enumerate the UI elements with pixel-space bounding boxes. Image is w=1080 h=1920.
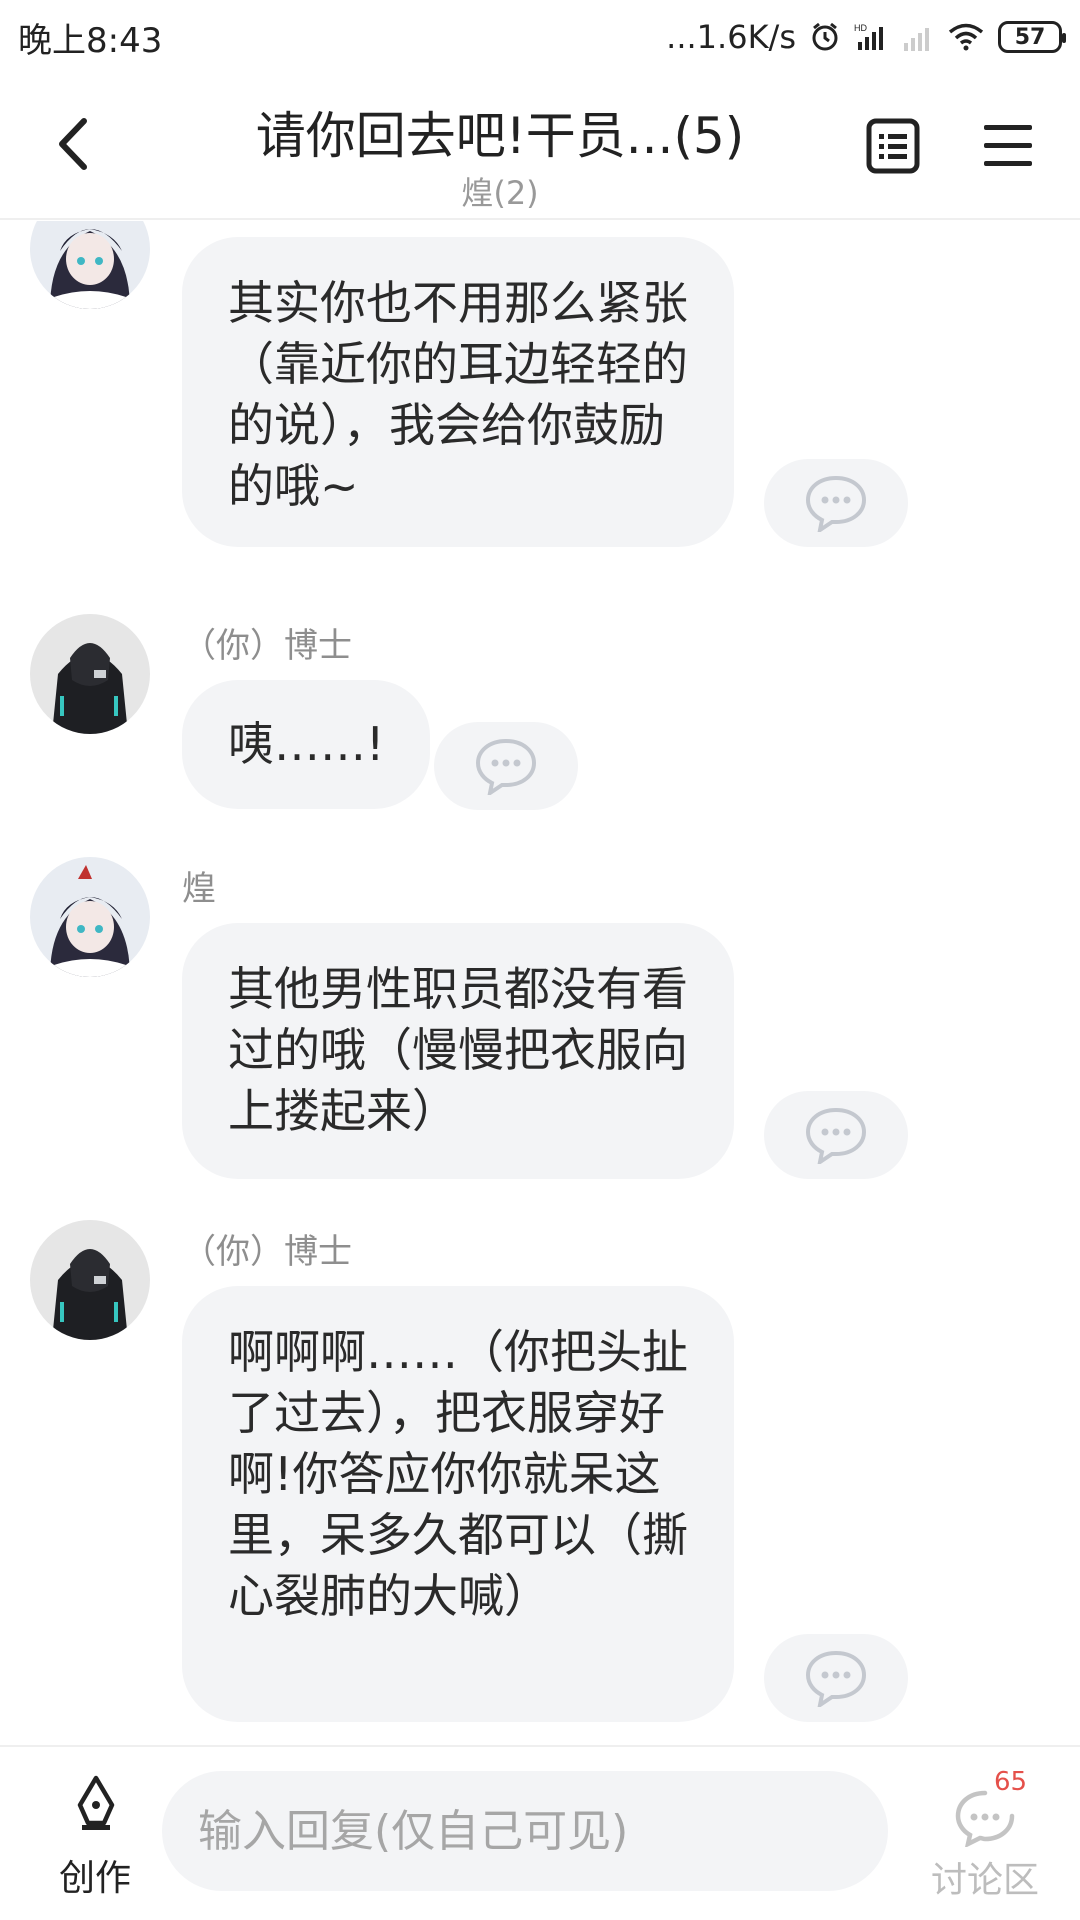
chat-header: 请你回去吧!干员...(5) 煌(2) [0,74,1080,220]
comment-bubble-icon [475,738,537,795]
chevron-left-icon [59,118,87,170]
message-text: 其实你也不用那么紧张（靠近你的耳边轻轻的的说），我会给你鼓励的哦~ [228,276,688,513]
comment-button[interactable] [764,1634,908,1722]
comment-bubble-icon [805,1107,867,1164]
list-icon [866,118,920,174]
avatar-huang[interactable] [30,857,150,977]
create-label: 创作 [58,1858,131,1899]
pen-nib-icon [77,1775,115,1830]
chat-screen: 晚上8:43 ...1.6K/s HD 57 请你回去吧!干员...(5) 煌(… [0,0,1080,1920]
wifi-icon [948,23,984,51]
signal-hd-icon: HD [854,22,888,52]
message-list[interactable]: 其实你也不用那么紧张（靠近你的耳边轻轻的的说），我会给你鼓励的哦~ （你）博士 … [0,221,1080,1745]
discussion-button[interactable]: 65 讨论区 [920,1767,1050,1907]
avatar-doctor[interactable] [30,614,150,734]
create-button[interactable]: 创作 [40,1775,150,1905]
message-text: 咦……! [228,717,385,771]
message-bubble[interactable]: 啊啊啊……（你把头扯了过去），把衣服穿好啊!你答应你你就呆这里，呆多久都可以（撕… [182,1286,734,1722]
message-bubble[interactable]: 其他男性职员都没有看过的哦（慢慢把衣服向上搂起来） [182,923,734,1179]
chat-bubble-icon [955,1790,1015,1847]
avatar-huang[interactable] [30,221,150,309]
message-bubble[interactable]: 其实你也不用那么紧张（靠近你的耳边轻轻的的说），我会给你鼓励的哦~ [182,237,734,547]
alarm-icon [810,22,840,52]
message-sender: （你）博士 [182,1232,352,1272]
reply-input[interactable] [162,1771,888,1891]
message-text: 其他男性职员都没有看过的哦（慢慢把衣服向上搂起来） [228,962,688,1138]
message-bubble[interactable]: 咦……! [182,680,431,809]
list-button[interactable] [866,118,920,174]
signal-empty-icon [902,23,934,51]
chat-subtitle: 煌(2) [461,174,539,212]
back-button[interactable] [44,114,104,174]
menu-icon [984,125,1032,166]
bottom-bar: 创作 65 讨论区 [0,1745,1080,1920]
comment-button[interactable] [764,459,908,547]
message-text: 啊啊啊……（你把头扯了过去），把衣服穿好啊!你答应你你就呆这里，呆多久都可以（撕… [228,1325,688,1623]
comment-button[interactable] [764,1091,908,1179]
battery-indicator: 57 [998,21,1066,53]
chat-title: 请你回去吧!干员...(5) [255,107,745,165]
message-sender: 煌 [182,869,216,909]
avatar-doctor[interactable] [30,1220,150,1340]
status-indicators: ...1.6K/s HD 57 [666,18,1066,56]
discussion-count-badge: 65 [994,1767,1028,1797]
comment-bubble-icon [805,1650,867,1707]
status-time: 晚上8:43 [18,20,163,61]
status-bar: 晚上8:43 ...1.6K/s HD 57 [0,0,1080,74]
discussion-label: 讨论区 [930,1860,1039,1901]
comment-bubble-icon [805,475,867,532]
menu-button[interactable] [980,118,1036,174]
network-speed: ...1.6K/s [666,18,796,56]
svg-text:HD: HD [854,23,867,33]
message-sender: （你）博士 [182,626,352,666]
comment-button[interactable] [434,722,578,810]
